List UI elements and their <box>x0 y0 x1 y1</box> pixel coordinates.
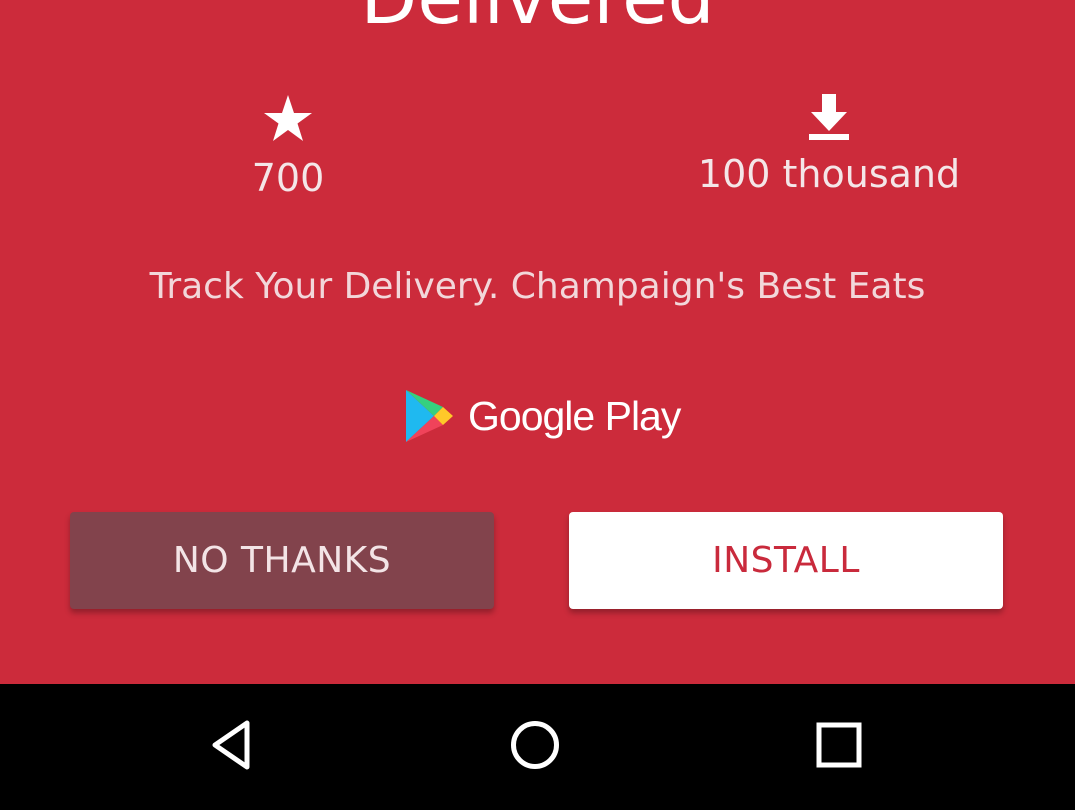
install-button[interactable]: INSTALL <box>569 512 1003 609</box>
app-install-prompt-screen: Delivered 700 100 thousand Track Your De… <box>0 0 1075 810</box>
no-thanks-button[interactable]: NO THANKS <box>70 512 494 609</box>
system-navigation-bar <box>0 684 1075 810</box>
recents-square-icon <box>815 721 863 773</box>
rating-count: 700 <box>251 156 325 200</box>
app-tagline: Track Your Delivery. Champaign's Best Ea… <box>149 266 926 307</box>
nav-back-button[interactable] <box>189 704 275 790</box>
back-triangle-icon <box>207 717 257 777</box>
nav-home-button[interactable] <box>492 704 578 790</box>
download-icon <box>799 88 859 150</box>
nav-recents-button[interactable] <box>796 704 882 790</box>
google-play-icon <box>404 388 454 444</box>
app-title: Delivered <box>0 0 1075 48</box>
star-icon <box>258 88 318 150</box>
rating-stat: 700 <box>118 88 458 206</box>
downloads-count: 100 thousand <box>697 152 961 196</box>
google-play-label: Google Play <box>468 392 681 439</box>
install-promo-panel: Delivered 700 100 thousand Track Your De… <box>0 0 1075 684</box>
home-circle-icon <box>508 718 562 776</box>
google-play-badge: Google Play <box>404 386 681 446</box>
downloads-stat: 100 thousand <box>659 88 999 202</box>
